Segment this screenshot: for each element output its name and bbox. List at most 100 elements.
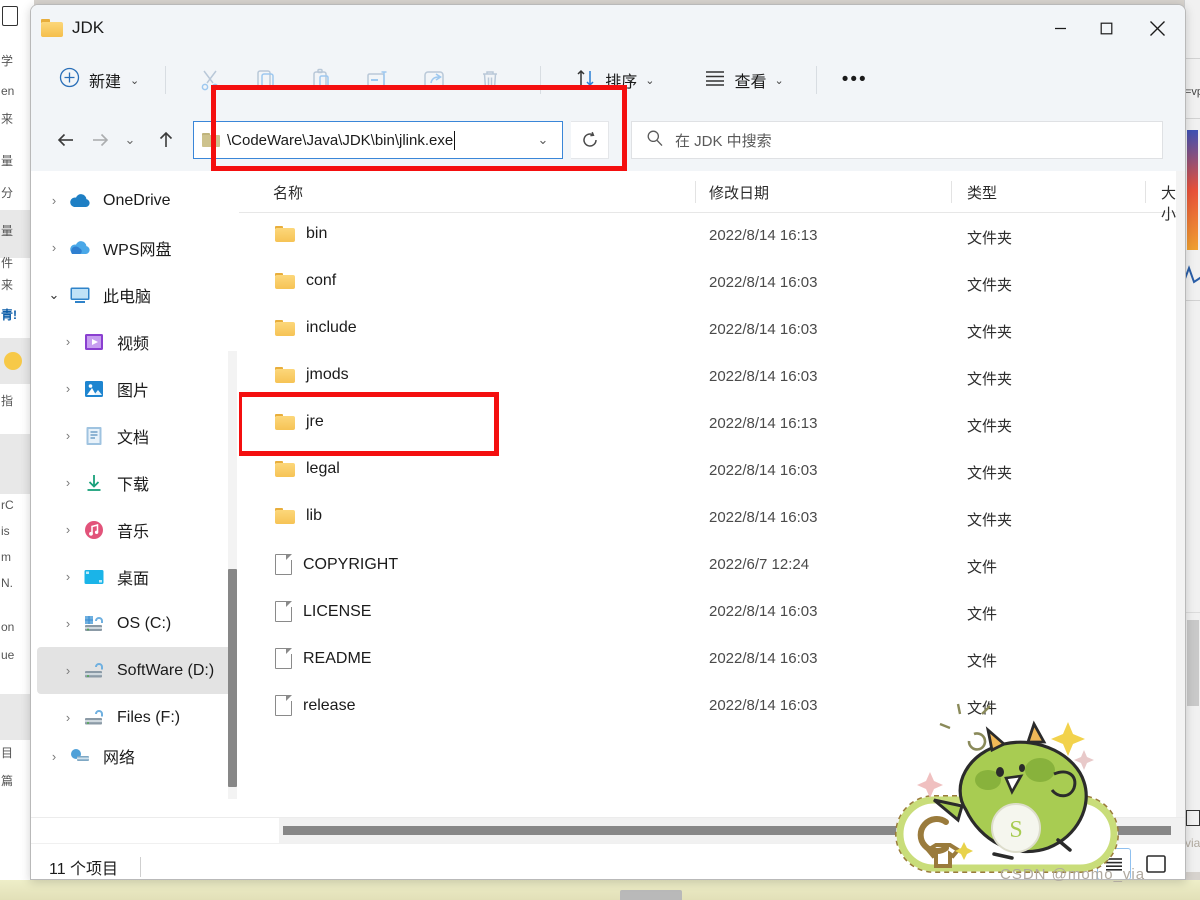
table-row[interactable]: jre 2022/8/14 16:13 文件夹 [239,392,1185,456]
background-window-right[interactable]: =vp via [1184,0,1200,872]
sidebar-item-software-d[interactable]: › SoftWare (D:) [37,647,233,694]
chevron-right-icon[interactable]: › [55,475,81,490]
text-caret [454,130,456,150]
row-name-cell[interactable]: release [275,695,355,716]
sidebar-item-files-f[interactable]: › Files (F:) [37,694,233,741]
row-name-cell[interactable]: COPYRIGHT [275,554,398,575]
pictures-icon [81,378,107,400]
table-row[interactable]: legal 2022/8/14 16:03 文件夹 [239,448,1185,495]
plus-circle-icon [59,67,80,93]
sidebar-item-pictures[interactable]: › 图片 [37,365,233,412]
refresh-button[interactable] [571,121,609,159]
horizontal-scrollbar[interactable] [31,817,1185,844]
folder-icon [202,133,220,147]
sidebar-item-os-c[interactable]: › OS (C:) [37,600,233,647]
file-pane-scrollbar-track[interactable] [1176,171,1185,817]
chevron-down-icon[interactable]: ⌄ [645,74,654,87]
row-name-cell[interactable]: README [275,648,371,669]
sort-button[interactable]: 排序 ⌄ [565,62,664,98]
sidebar-item-videos[interactable]: › 视频 [37,318,233,365]
row-name-cell[interactable]: bin [275,225,327,243]
table-row[interactable]: include 2022/8/14 16:03 文件夹 [239,307,1185,354]
column-header-type[interactable]: 类型 [967,182,997,203]
row-name-cell[interactable]: conf [275,272,336,290]
chevron-down-icon[interactable]: ⌄ [774,74,783,87]
row-name-cell[interactable]: include [275,319,357,337]
new-button-label: 新建 [89,74,122,91]
view-button[interactable]: 查看 ⌄ [694,62,793,98]
chevron-right-icon[interactable]: › [55,616,81,631]
file-explorer-window: JDK 新建 ⌄ 排序 ⌄ 查看 ⌄ ••• ⌄ \CodeWare\Java\… [30,4,1186,880]
sidebar-item-desktop[interactable]: › 桌面 [37,553,233,600]
sidebar-item-network[interactable]: › 网络 [37,741,233,771]
chevron-right-icon[interactable]: › [55,569,81,584]
taskbar-thumbnail[interactable] [620,890,682,900]
forward-button[interactable] [83,123,117,157]
file-name: bin [306,225,328,242]
row-name-cell[interactable]: legal [275,460,340,478]
row-type-cell: 文件夹 [967,230,1013,247]
share-button[interactable] [406,60,462,100]
cut-button[interactable] [182,60,238,100]
title-bar[interactable]: JDK [31,5,1185,51]
sidebar-item-wps-cloud[interactable]: › WPS网盘 [37,224,233,271]
sidebar-item-this-pc[interactable]: ⌄ 此电脑 [37,271,233,318]
minimize-icon[interactable] [1037,5,1083,51]
paste-button[interactable] [294,60,350,100]
up-button[interactable] [149,123,183,157]
address-input[interactable]: \CodeWare\Java\JDK\bin\jlink.exe ⌄ [193,121,563,159]
copy-button[interactable] [238,60,294,100]
search-input[interactable]: 在 JDK 中搜索 [631,121,1163,159]
file-list-pane[interactable]: 名称 修改日期 类型 大小 bin 2022/8/14 16:13 文件夹 co… [239,171,1185,817]
chevron-down-icon[interactable]: ⌄ [41,287,67,303]
chevron-right-icon[interactable]: › [41,240,67,255]
sidebar-item-music[interactable]: › 音乐 [37,506,233,553]
chevron-right-icon[interactable]: › [55,522,81,537]
bg-text-frag: is [1,524,10,538]
chevron-right-icon[interactable]: › [41,749,67,764]
table-row[interactable]: jmods 2022/8/14 16:03 文件夹 [239,354,1185,401]
more-options-button[interactable]: ••• [833,62,877,98]
chevron-right-icon[interactable]: › [55,663,81,678]
close-icon[interactable] [1129,5,1185,51]
chevron-right-icon[interactable]: › [41,193,67,208]
row-name-cell[interactable]: jmods [275,366,349,384]
table-row[interactable]: README 2022/8/14 16:03 文件 [239,636,1185,683]
horizontal-scrollbar-thumb[interactable] [283,826,1171,835]
sidebar-item-onedrive[interactable]: › OneDrive [37,177,233,224]
taskbar[interactable] [0,880,1200,900]
table-row[interactable]: LICENSE 2022/8/14 16:03 文件 [239,589,1185,636]
chevron-right-icon[interactable]: › [55,381,81,396]
network-icon [67,745,93,767]
table-row[interactable]: release 2022/8/14 16:03 文件 [239,683,1185,730]
column-header-date[interactable]: 修改日期 [709,182,769,203]
chevron-right-icon[interactable]: › [55,428,81,443]
new-button[interactable]: 新建 ⌄ [49,62,149,98]
chevron-down-icon[interactable]: ⌄ [130,74,139,87]
table-row[interactable]: COPYRIGHT 2022/6/7 12:24 文件 [239,542,1185,589]
row-name-cell[interactable]: lib [275,507,322,525]
address-dropdown-button[interactable]: ⌄ [530,122,556,158]
background-window-left[interactable]: 学 en 来 量 分 量 件 来 青! 指 rC is m N. on ue 目… [0,0,34,880]
row-name-cell[interactable]: jre [275,413,324,431]
row-date-cell: 2022/8/14 16:03 [709,650,818,667]
sidebar-scrollbar-thumb[interactable] [228,569,237,787]
chevron-right-icon[interactable]: › [55,334,81,349]
sidebar-item-downloads[interactable]: › 下载 [37,459,233,506]
window-title: JDK [72,18,105,37]
table-row[interactable]: lib 2022/8/14 16:03 文件夹 [239,495,1185,542]
table-row[interactable]: bin 2022/8/14 16:13 文件夹 [239,213,1185,260]
recent-locations-button[interactable]: ⌄ [117,123,143,157]
back-button[interactable] [49,123,83,157]
folder-icon [275,226,295,242]
delete-button[interactable] [462,60,518,100]
table-row[interactable]: conf 2022/8/14 16:03 文件夹 [239,260,1185,307]
column-header-name[interactable]: 名称 [273,182,303,203]
row-name-cell[interactable]: LICENSE [275,601,371,622]
desktop-icon [81,566,107,588]
maximize-icon[interactable] [1083,5,1129,51]
rename-button[interactable] [350,60,406,100]
sidebar-label: 视频 [117,335,150,353]
chevron-right-icon[interactable]: › [55,710,81,725]
sidebar-item-documents[interactable]: › 文档 [37,412,233,459]
